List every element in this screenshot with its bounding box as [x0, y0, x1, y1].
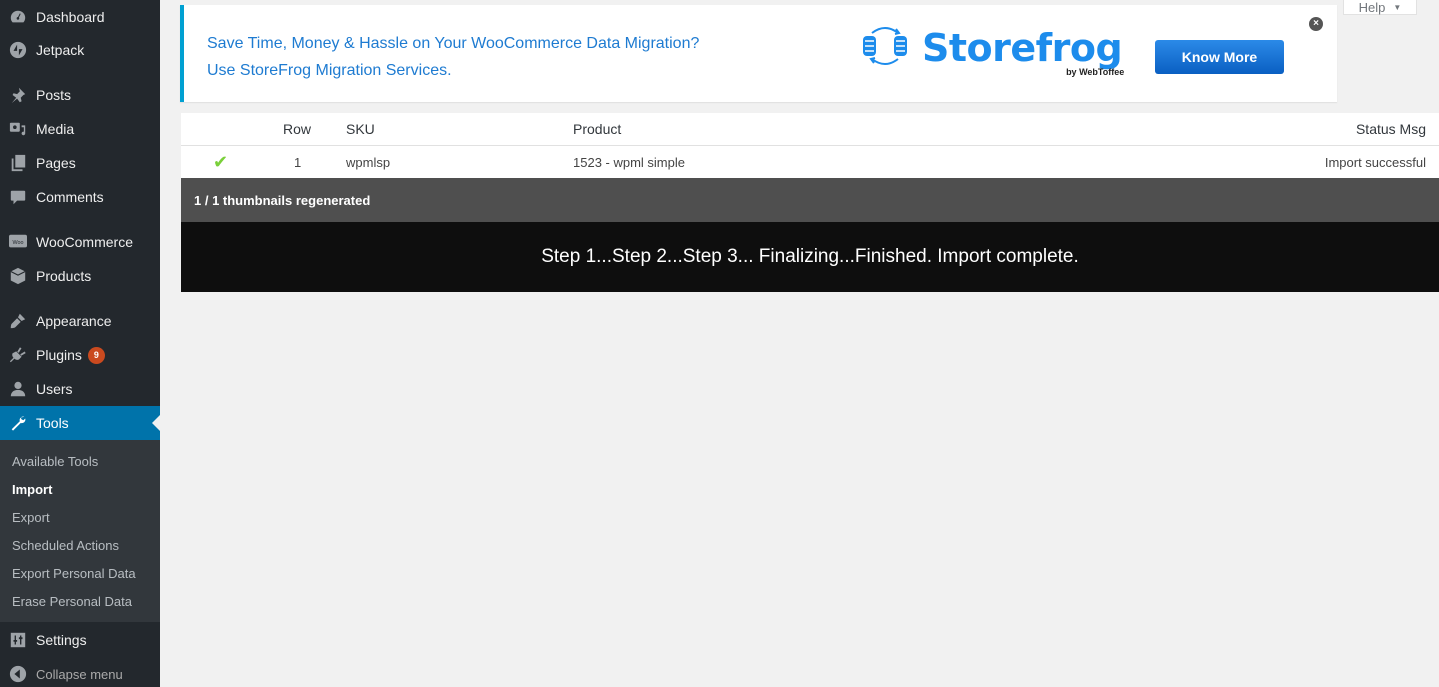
import-results-table: Row SKU Product Status Msg ✔ 1 wpmlsp 15… [181, 113, 1439, 178]
wrench-icon [8, 413, 28, 433]
brand-name: Storefrog by WebToffee [922, 25, 1124, 77]
submenu-item-available-tools[interactable]: Available Tools [0, 447, 160, 475]
sidebar-item-label: Collapse menu [36, 666, 123, 682]
row-number: 1 [294, 154, 302, 170]
database-sync-icon [860, 25, 910, 70]
sidebar-item-label: Users [36, 381, 73, 397]
sidebar-item-label: Posts [36, 87, 72, 103]
row-status-msg: Import successful [1324, 154, 1426, 170]
table-header: Row SKU Product Status Msg [181, 113, 1439, 146]
collapse-icon [8, 664, 28, 684]
brand-text: Storefrog [922, 25, 1123, 70]
media-icon [8, 119, 28, 139]
help-tab-button[interactable]: Help ▼ [1344, 0, 1416, 15]
submenu-item-export[interactable]: Export [0, 503, 160, 531]
collapse-menu-button[interactable]: Collapse menu [0, 657, 160, 687]
column-header-product: Product [573, 121, 622, 137]
sidebar-item-label: Settings [36, 632, 87, 648]
plug-icon [8, 345, 28, 365]
thumbnails-status-bar: 1 / 1 thumbnails regenerated [181, 178, 1439, 222]
user-icon [8, 379, 28, 399]
column-header-sku: SKU [346, 121, 375, 137]
pages-icon [8, 153, 28, 173]
storefrog-ad-banner: Save Time, Money & Hassle on Your WooCom… [180, 5, 1337, 102]
sidebar-item-label: WooCommerce [36, 234, 133, 250]
sidebar-item-appearance[interactable]: Appearance [0, 304, 160, 338]
sidebar-item-media[interactable]: Media [0, 112, 160, 146]
admin-sidebar: Dashboard Jetpack Posts Media Pages Comm… [0, 0, 160, 687]
sidebar-item-jetpack[interactable]: Jetpack [0, 33, 160, 67]
sidebar-item-label: Products [36, 268, 92, 284]
sidebar-item-label: Pages [36, 155, 76, 171]
sidebar-item-label: Appearance [36, 313, 112, 329]
sidebar-item-dashboard[interactable]: Dashboard [0, 0, 160, 34]
submenu-item-erase-personal-data[interactable]: Erase Personal Data [0, 587, 160, 615]
sidebar-item-tools[interactable]: Tools [0, 406, 160, 440]
import-message: Step 1...Step 2...Step 3... Finalizing..… [541, 246, 1079, 267]
help-label: Help [1358, 0, 1386, 15]
row-product: 1523 - wpml simple [573, 154, 685, 170]
table-row: ✔ 1 wpmlsp 1523 - wpml simple Import suc… [181, 146, 1439, 178]
active-menu-arrow [152, 415, 160, 431]
pin-icon [8, 85, 28, 105]
import-complete-bar: Step 1...Step 2...Step 3... Finalizing..… [181, 222, 1439, 292]
submenu-item-export-personal-data[interactable]: Export Personal Data [0, 559, 160, 587]
sidebar-item-woocommerce[interactable]: Woo WooCommerce [0, 225, 160, 259]
submenu-item-import[interactable]: Import [0, 475, 160, 503]
sidebar-item-label: Jetpack [36, 42, 85, 58]
submenu-item-scheduled-actions[interactable]: Scheduled Actions [0, 531, 160, 559]
tools-submenu: Available Tools Import Export Scheduled … [0, 440, 160, 622]
ad-subline: Use StoreFrog Migration Services. [207, 62, 452, 79]
ad-headline: Save Time, Money & Hassle on Your WooCom… [207, 35, 700, 52]
update-count-badge: 9 [87, 346, 105, 364]
sidebar-item-label: Media [36, 121, 75, 137]
woo-icon: Woo [8, 232, 28, 252]
sidebar-item-comments[interactable]: Comments [0, 180, 160, 214]
sidebar-item-products[interactable]: Products [0, 259, 160, 293]
jetpack-icon [8, 40, 28, 60]
know-more-button[interactable]: Know More [1155, 40, 1284, 74]
box-icon [8, 266, 28, 286]
sidebar-item-settings[interactable]: Settings [0, 623, 160, 657]
sidebar-item-label: Tools [36, 415, 69, 431]
sidebar-item-label: Plugins [36, 347, 82, 363]
storefrog-logo: Storefrog by WebToffee [860, 25, 1124, 77]
dashboard-icon [8, 7, 28, 27]
thumbnails-message: 1 / 1 thumbnails regenerated [194, 192, 371, 208]
chevron-down-icon: ▼ [1393, 2, 1402, 12]
sidebar-item-label: Dashboard [36, 9, 105, 25]
row-sku: wpmlsp [346, 154, 391, 170]
sidebar-item-users[interactable]: Users [0, 372, 160, 406]
ad-text: Save Time, Money & Hassle on Your WooCom… [207, 30, 699, 84]
close-icon[interactable]: × [1309, 17, 1323, 31]
checkmark-icon: ✔ [213, 151, 229, 172]
sidebar-item-label: Comments [36, 189, 104, 205]
sidebar-item-posts[interactable]: Posts [0, 78, 160, 112]
brush-icon [8, 311, 28, 331]
column-header-row: Row [283, 121, 312, 137]
brand-by: by WebToffee [1066, 66, 1125, 77]
column-header-status-msg: Status Msg [1355, 121, 1426, 137]
sidebar-item-pages[interactable]: Pages [0, 146, 160, 180]
sliders-icon [8, 630, 28, 650]
comment-icon [8, 187, 28, 207]
svg-text:Woo: Woo [13, 240, 24, 246]
sidebar-item-plugins[interactable]: Plugins 9 [0, 338, 160, 372]
